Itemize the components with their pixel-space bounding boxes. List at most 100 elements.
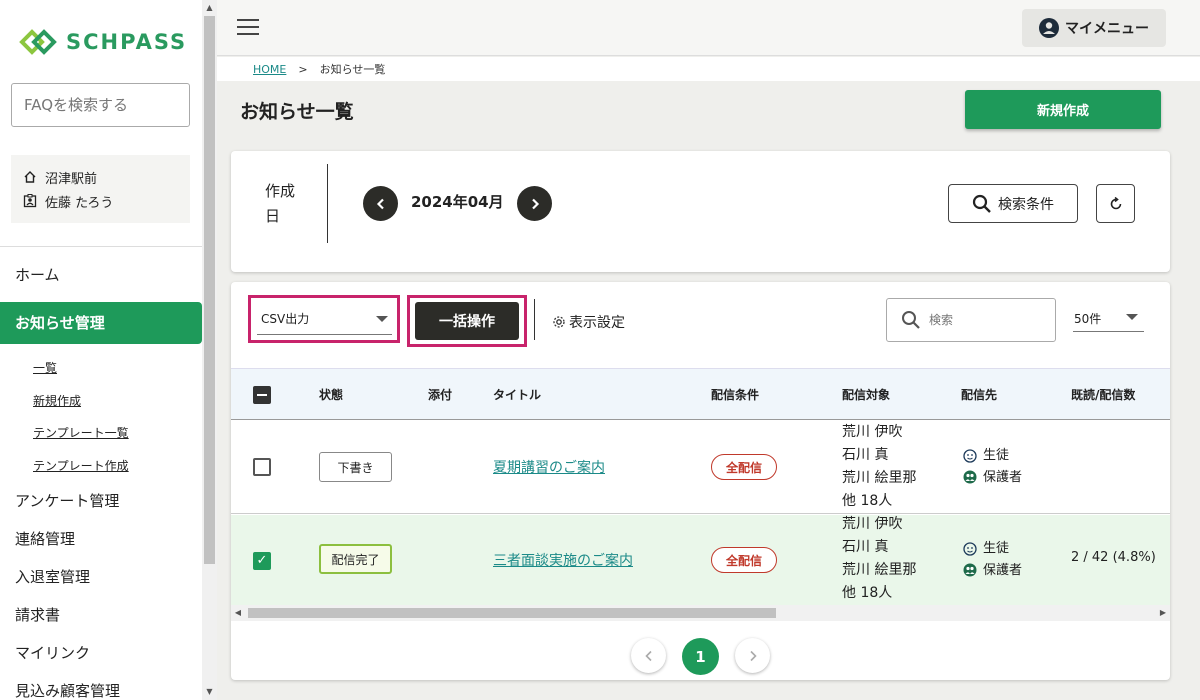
notice-table-card: CSV出力 一括操作 表示設定 50件 状態 添付 タイトル 配信条件 配信対象… bbox=[231, 282, 1170, 680]
bulk-highlight: 一括操作 bbox=[407, 295, 527, 347]
prev-page-button[interactable] bbox=[631, 638, 666, 673]
dropdown-caret-icon bbox=[1126, 314, 1138, 320]
table-row[interactable]: ✓ 配信完了 三者面談実施のご案内 全配信 荒川 伊吹 石川 真 荒川 絵里那 … bbox=[231, 515, 1170, 608]
sidebar-scrollbar[interactable]: ▲ ▼ bbox=[202, 0, 217, 700]
header-read: 既読/配信数 bbox=[1071, 388, 1136, 402]
destination-item: 保護者 bbox=[963, 467, 1022, 489]
target-item: 荒川 伊吹 bbox=[842, 516, 903, 532]
page-number-current[interactable]: 1 bbox=[682, 638, 719, 675]
destination-list: 生徒 保護者 bbox=[963, 445, 1022, 488]
search-conditions-button[interactable]: 検索条件 bbox=[948, 184, 1078, 223]
next-month-button[interactable] bbox=[517, 186, 552, 221]
bulk-action-button[interactable]: 一括操作 bbox=[415, 302, 519, 340]
user-info: 沼津駅前 佐藤 たろう bbox=[11, 155, 190, 223]
row-checkbox[interactable] bbox=[253, 458, 271, 476]
header-attach: 添付 bbox=[428, 388, 453, 402]
next-page-button[interactable] bbox=[735, 638, 770, 673]
page-title: お知らせ一覧 bbox=[240, 101, 354, 123]
refresh-icon bbox=[1110, 196, 1121, 209]
nav-entry[interactable]: 入退室管理 bbox=[0, 558, 202, 596]
scroll-down-arrow[interactable]: ▼ bbox=[202, 684, 217, 700]
guardian-icon bbox=[963, 470, 977, 484]
header-status: 状態 bbox=[319, 388, 344, 402]
search-input[interactable] bbox=[929, 313, 1039, 327]
nav-contact[interactable]: 連絡管理 bbox=[0, 520, 202, 558]
destination-item: 生徒 bbox=[963, 538, 1022, 560]
table-header: 状態 添付 タイトル 配信条件 配信対象 配信先 既読/配信数 bbox=[231, 368, 1170, 420]
scroll-right-arrow[interactable]: ▶ bbox=[1156, 605, 1170, 621]
current-month: 2024年04月 bbox=[411, 193, 504, 211]
user-name: 佐藤 たろう bbox=[45, 195, 114, 211]
faq-search-input[interactable] bbox=[11, 83, 190, 127]
sidebar: SCHPASS 沼津駅前 佐藤 たろう ホーム お知らせ管理 一覧 新規作成 テ… bbox=[0, 0, 202, 700]
hamburger-icon[interactable] bbox=[237, 19, 259, 37]
nav-survey[interactable]: アンケート管理 bbox=[0, 482, 202, 520]
destination-item: 保護者 bbox=[963, 560, 1022, 582]
id-badge-icon bbox=[23, 194, 37, 208]
select-all-checkbox[interactable] bbox=[253, 386, 271, 404]
scroll-left-arrow[interactable]: ◀ bbox=[231, 605, 245, 621]
csv-export-select[interactable]: CSV出力 bbox=[257, 304, 392, 335]
horizontal-scroll-thumb[interactable] bbox=[248, 608, 776, 618]
notice-title-link[interactable]: 夏期講習のご案内 bbox=[493, 457, 605, 477]
new-notice-button[interactable]: 新規作成 bbox=[965, 90, 1161, 129]
nav-sub-template-create[interactable]: テンプレート作成 bbox=[0, 450, 202, 483]
scroll-up-arrow[interactable]: ▲ bbox=[202, 0, 217, 16]
nav-sub-new[interactable]: 新規作成 bbox=[0, 385, 202, 418]
csv-export-value: CSV出力 bbox=[261, 312, 310, 326]
scroll-thumb[interactable] bbox=[204, 16, 215, 564]
nav-invoice[interactable]: 請求書 bbox=[0, 596, 202, 634]
target-item: 荒川 絵里那 bbox=[842, 562, 917, 578]
display-settings-button[interactable]: 表示設定 bbox=[552, 312, 625, 332]
search-conditions-label: 検索条件 bbox=[998, 196, 1054, 213]
table-row[interactable]: 下書き 夏期講習のご案内 全配信 荒川 伊吹 石川 真 荒川 絵里那 他 18人… bbox=[231, 421, 1170, 514]
logo-icon bbox=[19, 29, 57, 55]
target-item: 他 18人 bbox=[842, 585, 893, 601]
nav-mylink[interactable]: マイリンク bbox=[0, 634, 202, 672]
status-badge: 配信完了 bbox=[319, 544, 392, 574]
pagination: 1 bbox=[231, 636, 1170, 676]
condition-badge: 全配信 bbox=[711, 547, 777, 573]
display-settings-label: 表示設定 bbox=[569, 315, 625, 331]
per-page-select[interactable]: 50件 bbox=[1073, 306, 1144, 332]
prev-month-button[interactable] bbox=[363, 186, 398, 221]
destination-label: 生徒 bbox=[983, 448, 1010, 463]
search-icon bbox=[902, 311, 920, 329]
refresh-button[interactable] bbox=[1096, 184, 1135, 223]
notice-title-link[interactable]: 三者面談実施のご案内 bbox=[493, 550, 633, 570]
sidebar-divider bbox=[0, 246, 202, 247]
nav-home[interactable]: ホーム bbox=[0, 256, 202, 294]
logo-text: SCHPASS bbox=[66, 30, 188, 54]
status-badge: 下書き bbox=[319, 452, 392, 482]
target-item: 荒川 絵里那 bbox=[842, 470, 917, 486]
nav-notices[interactable]: お知らせ管理 bbox=[0, 302, 202, 344]
search-icon bbox=[972, 194, 991, 213]
horizontal-scrollbar[interactable]: ◀ ▶ bbox=[231, 605, 1170, 621]
user-row: 佐藤 たろう bbox=[23, 189, 178, 213]
my-menu-label: マイメニュー bbox=[1065, 21, 1149, 37]
student-icon bbox=[963, 449, 977, 463]
nav-sub-template-list[interactable]: テンプレート一覧 bbox=[0, 417, 202, 450]
search-field[interactable] bbox=[886, 298, 1056, 342]
row-checkbox[interactable]: ✓ bbox=[253, 552, 271, 570]
destination-item: 生徒 bbox=[963, 445, 1022, 467]
my-menu-button[interactable]: マイメニュー bbox=[1022, 9, 1166, 47]
nav-prospect[interactable]: 見込み顧客管理 bbox=[0, 672, 202, 700]
destination-label: 生徒 bbox=[983, 541, 1010, 556]
sidebar-nav: ホーム お知らせ管理 一覧 新規作成 テンプレート一覧 テンプレート作成 アンケ… bbox=[0, 256, 202, 700]
nav-sub-list[interactable]: 一覧 bbox=[0, 352, 202, 385]
student-icon bbox=[963, 542, 977, 556]
header-title: タイトル bbox=[493, 388, 542, 402]
condition-badge: 全配信 bbox=[711, 454, 777, 480]
logo[interactable]: SCHPASS bbox=[18, 28, 187, 56]
date-label: 作成日 bbox=[265, 182, 296, 225]
dropdown-caret-icon bbox=[376, 316, 388, 322]
date-divider bbox=[327, 164, 328, 243]
read-ratio: 2 / 42 (4.8%) bbox=[1071, 550, 1156, 565]
account-icon bbox=[1039, 18, 1059, 38]
chevron-left-icon bbox=[644, 650, 652, 661]
toolbar-divider bbox=[534, 299, 535, 340]
target-list: 荒川 伊吹 石川 真 荒川 絵里那 他 18人 bbox=[842, 513, 916, 605]
school-row: 沼津駅前 bbox=[23, 165, 178, 189]
breadcrumb-home[interactable]: HOME bbox=[253, 63, 286, 76]
